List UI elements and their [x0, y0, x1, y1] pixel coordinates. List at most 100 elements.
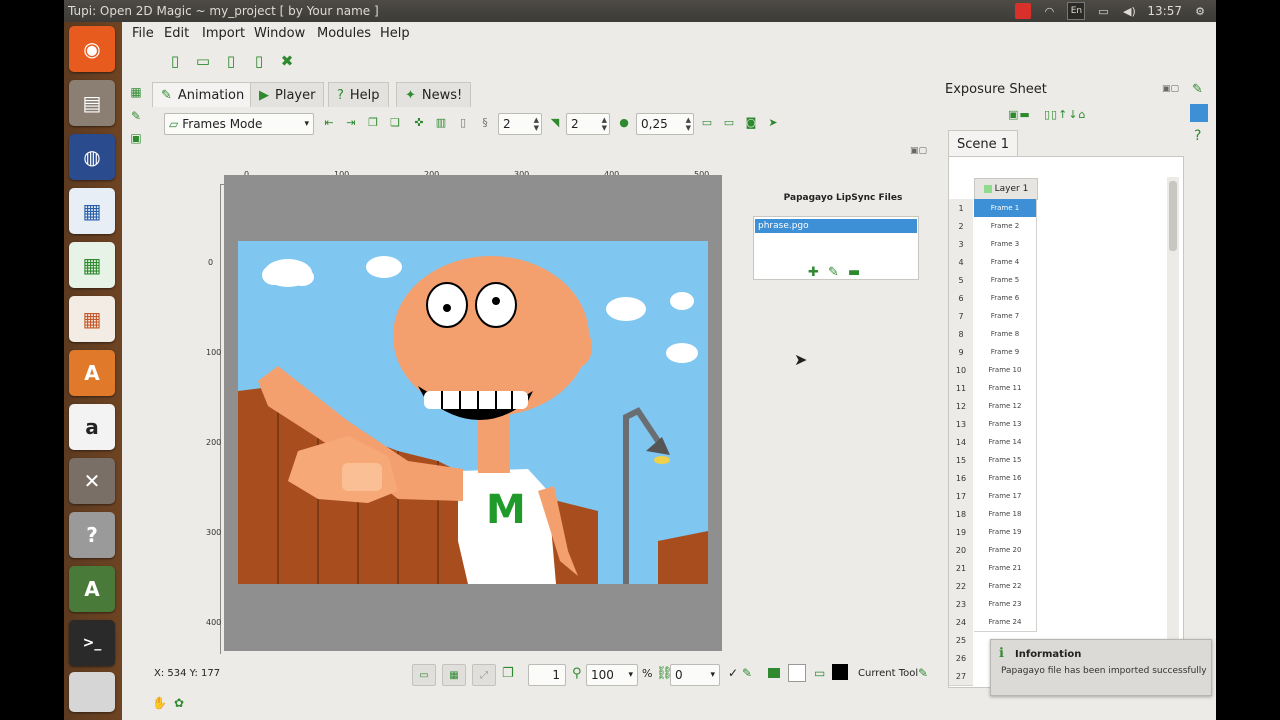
system-settings-icon[interactable]: ✕: [69, 458, 115, 504]
frame-cell[interactable]: Frame 13: [974, 415, 1037, 434]
amazon-icon[interactable]: a: [69, 404, 115, 450]
paste-frame-icon[interactable]: ❏: [388, 115, 402, 129]
menu-edit[interactable]: Edit: [164, 26, 189, 41]
zoom-select[interactable]: 100 ▾: [586, 664, 638, 686]
color-mode-icon[interactable]: ▭: [814, 666, 825, 680]
frame-cell[interactable]: Frame 16: [974, 469, 1037, 488]
antialiasing-check-icon[interactable]: ✓: [728, 666, 738, 680]
rectangle-tool-icon[interactable]: [768, 668, 780, 678]
menu-modules[interactable]: Modules: [317, 26, 371, 41]
delete-frame-icon[interactable]: ▥: [434, 115, 448, 129]
frame-cell[interactable]: Frame 19: [974, 523, 1037, 542]
frame-cell[interactable]: Frame 22: [974, 577, 1037, 596]
stage[interactable]: M: [224, 175, 722, 651]
frame-number-field[interactable]: 1: [528, 664, 566, 686]
frame-cell[interactable]: Frame 9: [974, 343, 1037, 362]
frame-tools-icon[interactable]: ▯▯↑↓⌂: [1044, 108, 1087, 121]
fill-color-swatch[interactable]: [788, 664, 806, 682]
onion-previous-icon[interactable]: ▯: [456, 115, 470, 129]
clock[interactable]: 13:57: [1147, 4, 1182, 18]
frame-cell[interactable]: Frame 23: [974, 595, 1037, 614]
save-project-icon[interactable]: ▯: [222, 52, 240, 70]
settings-gear-icon[interactable]: ⚙: [1192, 3, 1208, 19]
float-panel-icon[interactable]: ▣▢: [910, 146, 927, 156]
scrollbar-thumb[interactable]: [1169, 181, 1177, 251]
normal-view-icon[interactable]: ▭: [412, 664, 436, 686]
wifi-icon[interactable]: ◠: [1041, 3, 1057, 19]
exposure-active-icon[interactable]: [1190, 104, 1208, 122]
menu-window[interactable]: Window: [254, 26, 305, 41]
frame-cell[interactable]: Frame 1: [974, 199, 1037, 218]
layer-visibility-icon[interactable]: [983, 185, 992, 193]
frame-cell[interactable]: Frame 4: [974, 253, 1037, 272]
full-screen-icon[interactable]: ⤢: [472, 664, 496, 686]
frame-cell[interactable]: Frame 8: [974, 325, 1037, 344]
tupi-app-icon[interactable]: A: [69, 566, 115, 612]
view-mode-icon[interactable]: ▭: [700, 115, 714, 129]
notification-indicator-icon[interactable]: [1015, 3, 1032, 19]
float-panel-icon[interactable]: ▣▢: [1162, 84, 1179, 94]
copy-frame-icon[interactable]: ❐: [366, 115, 380, 129]
grid-icon[interactable]: ▦: [442, 664, 466, 686]
exposure-panel-icon[interactable]: ✎: [1192, 82, 1203, 97]
move-frame-icon[interactable]: ✜: [412, 115, 426, 129]
firefox-icon[interactable]: ◍: [69, 134, 115, 180]
frame-cell[interactable]: Frame 12: [974, 397, 1037, 416]
tab-scene-1[interactable]: Scene 1: [948, 130, 1018, 157]
hand-icon[interactable]: ✋: [152, 696, 167, 710]
frame-cell[interactable]: Frame 15: [974, 451, 1037, 470]
frame-cell[interactable]: Frame 11: [974, 379, 1037, 398]
menu-help[interactable]: Help: [380, 26, 410, 41]
close-project-icon[interactable]: ✖: [278, 52, 296, 70]
add-lipsync-icon[interactable]: ✚: [808, 265, 819, 280]
frame-cell[interactable]: Frame 21: [974, 559, 1037, 578]
next-onion-spin[interactable]: 2 ▲ ▼: [566, 113, 610, 135]
workspaces-icon[interactable]: [69, 672, 115, 712]
layers-icon[interactable]: ❐: [502, 666, 514, 681]
writer-icon[interactable]: ▦: [69, 188, 115, 234]
drawing-scene[interactable]: M: [238, 241, 708, 584]
terminal-icon[interactable]: >_: [69, 620, 115, 666]
next-onion-icon[interactable]: ◥: [548, 115, 562, 129]
frame-cell[interactable]: Frame 18: [974, 505, 1037, 524]
rotation-select[interactable]: 0 ▾: [670, 664, 720, 686]
frame-cell[interactable]: Frame 7: [974, 307, 1037, 326]
frame-cell[interactable]: Frame 17: [974, 487, 1037, 506]
camera-icon[interactable]: ◙: [744, 115, 758, 129]
frame-cell[interactable]: Frame 5: [974, 271, 1037, 290]
impress-icon[interactable]: ▦: [69, 296, 115, 342]
edit-lipsync-icon[interactable]: ✎: [828, 265, 839, 280]
volume-icon[interactable]: ◀): [1121, 3, 1137, 19]
lipsync-file-item[interactable]: phrase.pgo: [755, 219, 917, 233]
exposure-scrollbar[interactable]: [1167, 177, 1179, 677]
dash-home-icon[interactable]: ◉: [69, 26, 115, 72]
calc-icon[interactable]: ▦: [69, 242, 115, 288]
align-left-icon[interactable]: ⇤: [322, 115, 336, 129]
layer-header[interactable]: Layer 1: [974, 178, 1038, 200]
frame-cell[interactable]: Frame 20: [974, 541, 1037, 560]
onion-next-icon[interactable]: §: [478, 115, 492, 129]
frames-mode-select[interactable]: ▱ Frames Mode ▾: [164, 113, 314, 135]
open-project-icon[interactable]: ▭: [194, 52, 212, 70]
frame-cell[interactable]: Frame 3: [974, 235, 1037, 254]
tab-news[interactable]: ✦ News!: [396, 82, 472, 107]
frame-cell[interactable]: Frame 24: [974, 613, 1037, 632]
new-project-icon[interactable]: ▯: [166, 52, 184, 70]
information-notification[interactable]: ℹ Information Papagayo file has been imp…: [990, 639, 1212, 696]
save-as-icon[interactable]: ▯: [250, 52, 268, 70]
battery-icon[interactable]: ▭: [1095, 3, 1111, 19]
frame-cell[interactable]: Frame 2: [974, 217, 1037, 236]
files-icon[interactable]: ▤: [69, 80, 115, 126]
remove-lipsync-icon[interactable]: ▬: [848, 265, 860, 280]
frame-cell[interactable]: Frame 6: [974, 289, 1037, 308]
opacity-icon[interactable]: ●: [617, 115, 631, 129]
paw-icon[interactable]: ✿: [174, 696, 184, 710]
help-panel-icon[interactable]: ?: [1194, 128, 1201, 144]
menu-file[interactable]: File: [132, 26, 154, 41]
pen-color-icon[interactable]: ✎: [742, 666, 752, 680]
stroke-color-swatch[interactable]: [832, 664, 848, 680]
tab-help[interactable]: ? Help: [328, 82, 389, 107]
tab-player[interactable]: ▶ Player: [250, 82, 325, 107]
frame-cell[interactable]: Frame 14: [974, 433, 1037, 452]
palette-icon[interactable]: ▦: [128, 84, 144, 100]
